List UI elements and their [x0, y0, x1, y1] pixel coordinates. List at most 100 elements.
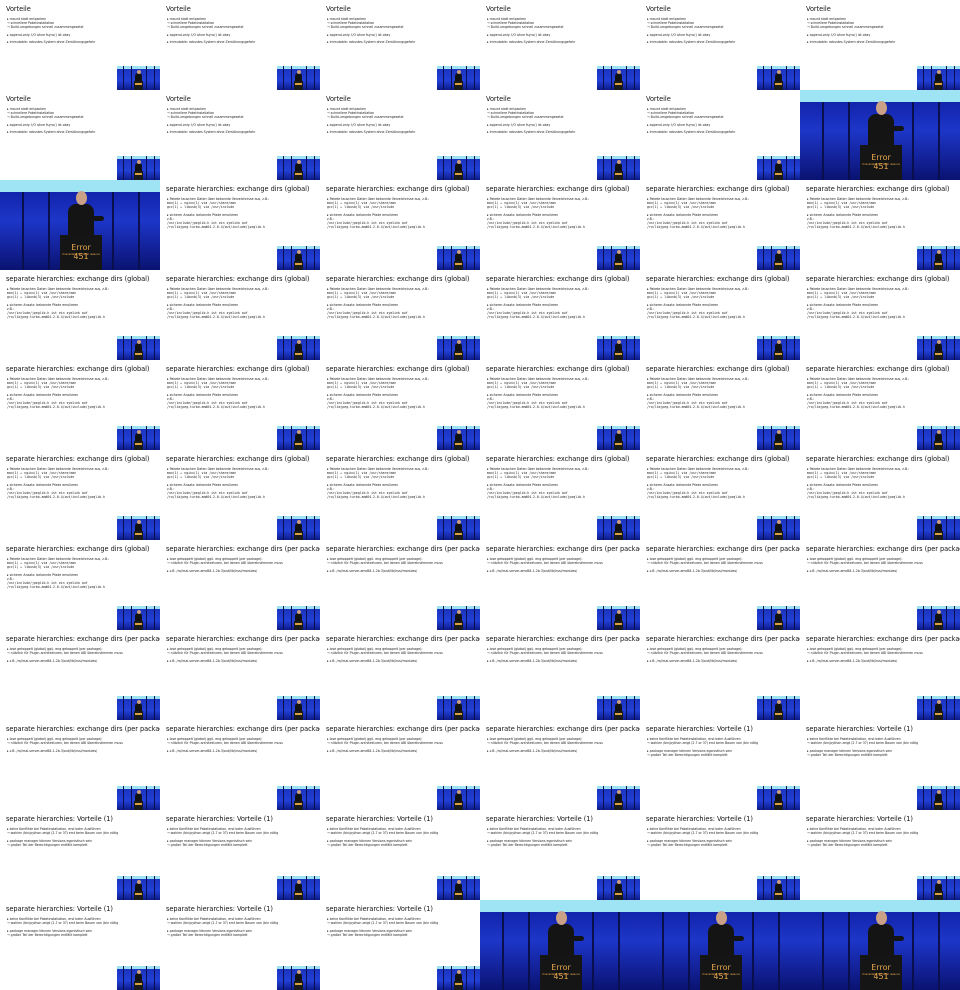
slide-body: ▸ lose gekoppelt (global) ggü. eng gekop…: [327, 737, 477, 753]
slide-body: ▸ keine Konflikte bei Paketinstallation,…: [7, 917, 157, 937]
slide-body: ▸ mount statt entpacken → schnellere Pak…: [327, 107, 477, 134]
slide-bullet-line: → wahlen /bin/python zeigt (2.7 or 3?) e…: [167, 831, 279, 836]
slide-body: ▸ lose gekoppelt (global) ggü. eng gekop…: [7, 737, 157, 753]
slide-frame-vorteile: Vorteile ▸ mount statt entpacken → schnel…: [320, 0, 480, 90]
slide-bullet-line: → nützlich für Plugin-architekturen, bei…: [167, 651, 283, 656]
slide-bullet-line: → wahlen /bin/python zeigt (2.7 or 3?) e…: [647, 741, 759, 746]
slide-body: ▸ lose gekoppelt (global) ggü. eng gekop…: [167, 647, 317, 663]
podium-logo: Error 451: [711, 963, 731, 981]
slide-bullet-line: → großer Teil der Berechtigungen entfäll…: [647, 842, 728, 847]
speaker-video-thumbnail: [917, 426, 960, 450]
slide-bullet-line: /ro/libjpeg-turbo-amd64-2.0.4/out/includ…: [167, 405, 265, 410]
slide-body: ▸ Pakete tauschen Daten über bekannte Ve…: [807, 377, 957, 410]
podium: Error 451 Unavailable for legal reasons: [540, 955, 582, 990]
speaker-video-thumbnail: [597, 516, 640, 540]
slide-bullet-line: /ro/libjpeg-turbo-amd64-2.0.4/out/includ…: [167, 225, 265, 230]
slide-title: separate hierarchies: exchange dirs (glo…: [6, 275, 150, 283]
speaker-video-thumbnail: [437, 786, 480, 810]
slide-bullet-line: → großer Teil der Berechtigungen entfäll…: [7, 842, 88, 847]
slide-title: separate hierarchies: exchange dirs (glo…: [486, 185, 630, 193]
slide-body: ▸ lose gekoppelt (global) ggü. eng gekop…: [487, 557, 637, 573]
speaker-video-thumbnail: [437, 246, 480, 270]
speaker-video-thumbnail: [917, 66, 960, 90]
slide-bullet-line: → wahlen /bin/python zeigt (2.7 or 3?) e…: [7, 831, 119, 836]
speaker-video-thumbnail: [437, 156, 480, 180]
slide-title: separate hierarchies: Vorteile (1): [166, 815, 273, 823]
slide-bullet-line: ▸ z.B. /ro/irssi-server-amd64-1.2b.3/out…: [327, 748, 418, 753]
slide-title: separate hierarchies: Vorteile (1): [6, 905, 113, 913]
speaker-video-thumbnail: [117, 516, 160, 540]
slide-title: Vorteile: [6, 5, 31, 13]
slide-frame-global: separate hierarchies: exchange dirs (glo…: [480, 450, 640, 540]
slide-frame-global: separate hierarchies: exchange dirs (glo…: [320, 270, 480, 360]
slide-body: ▸ Pakete tauschen Daten über bekannte Ve…: [647, 377, 797, 410]
slide-bullet-line: gcc(1) ↔ libusb(3) via /usr/include: [167, 385, 235, 390]
slide-bullet-line: gcc(1) ↔ libusb(3) via /usr/include: [7, 295, 75, 300]
slide-title: separate hierarchies: exchange dirs (glo…: [326, 185, 470, 193]
slide-bullet-line: → Build-umgebungen schnell zusammengeset…: [487, 115, 564, 120]
slide-bullet-line: ▸ z.B. /ro/irssi-server-amd64-1.2b.3/out…: [487, 748, 578, 753]
slide-title: separate hierarchies: exchange dirs (glo…: [486, 455, 630, 463]
slide-title: separate hierarchies: exchange dirs (per…: [166, 545, 320, 553]
slide-title: separate hierarchies: exchange dirs (per…: [6, 725, 160, 733]
slide-bullet-line: /ro/libjpeg-turbo-amd64-2.0.4/out/includ…: [7, 405, 105, 410]
slide-bullet-line: /ro/libjpeg-turbo-amd64-2.0.4/out/includ…: [487, 225, 585, 230]
podium-logo: Error 451: [551, 963, 571, 981]
slide-frame-perpkg: separate hierarchies: exchange dirs (per…: [320, 720, 480, 810]
slide-title: Vorteile: [326, 5, 351, 13]
contact-sheet-grid: Vorteile ▸ mount statt entpacken → schnel…: [0, 0, 960, 990]
slide-body: ▸ keine Konflikte bei Paketinstallation,…: [647, 827, 797, 847]
slide-body: ▸ mount statt entpacken → schnellere Pak…: [7, 17, 157, 44]
slide-bullet-line: → wahlen /bin/python zeigt (2.7 or 3?) e…: [807, 831, 919, 836]
slide-frame-v1: separate hierarchies: Vorteile (1) ▸ kein…: [640, 720, 800, 810]
slide-title: separate hierarchies: exchange dirs (glo…: [166, 455, 310, 463]
slide-body: ▸ mount statt entpacken → schnellere Pak…: [7, 107, 157, 134]
slide-frame-v1: separate hierarchies: Vorteile (1) ▸ kein…: [480, 810, 640, 900]
slide-frame-perpkg: separate hierarchies: exchange dirs (per…: [480, 540, 640, 630]
podium-subtitle: Unavailable for legal reasons: [542, 973, 580, 976]
slide-title: separate hierarchies: exchange dirs (glo…: [326, 275, 470, 283]
slide-bullet-line: /ro/libjpeg-turbo-amd64-2.0.4/out/includ…: [807, 495, 905, 500]
speaker-video-thumbnail: [277, 156, 320, 180]
slide-bullet-line: → nützlich für Plugin-architekturen, bei…: [167, 741, 283, 746]
speaker-video-thumbnail: [757, 606, 800, 630]
slide-bullet-line: → wahlen /bin/python zeigt (2.7 or 3?) e…: [7, 921, 119, 926]
slide-body: ▸ mount statt entpacken → schnellere Pak…: [647, 17, 797, 44]
slide-bullet-line: gcc(1) ↔ libusb(3) via /usr/include: [7, 475, 75, 480]
slide-title: Vorteile: [166, 95, 191, 103]
slide-title: separate hierarchies: exchange dirs (glo…: [166, 365, 310, 373]
slide-title: separate hierarchies: exchange dirs (per…: [806, 545, 960, 553]
slide-bullet-line: ▸ z.B. /ro/irssi-server-amd64-1.2b.3/out…: [487, 568, 578, 573]
slide-title: Vorteile: [166, 5, 191, 13]
slide-body: ▸ lose gekoppelt (global) ggü. eng gekop…: [7, 647, 157, 663]
slide-bullet-line: → Build-umgebungen schnell zusammengeset…: [647, 25, 724, 30]
slide-bullet-line: gcc(1) ↔ libusb(3) via /usr/include: [807, 295, 875, 300]
slide-frame-global: separate hierarchies: exchange dirs (glo…: [480, 360, 640, 450]
slide-title: separate hierarchies: exchange dirs (per…: [646, 545, 800, 553]
video-frame-speaker: Error 451 Unavailable for legal reasons: [800, 90, 960, 180]
slide-title: separate hierarchies: exchange dirs (per…: [486, 725, 640, 733]
slide-frame-vorteile: Vorteile ▸ mount statt entpacken → schnel…: [320, 90, 480, 180]
slide-bullet-line: → wahlen /bin/python zeigt (2.7 or 3?) e…: [327, 831, 439, 836]
slide-title: separate hierarchies: exchange dirs (glo…: [806, 275, 950, 283]
slide-body: ▸ Pakete tauschen Daten über bekannte Ve…: [647, 197, 797, 230]
slide-bullet-line: → Build-umgebungen schnell zusammengeset…: [327, 25, 404, 30]
slide-body: ▸ keine Konflikte bei Paketinstallation,…: [327, 827, 477, 847]
slide-bullet-line: /ro/libjpeg-turbo-amd64-2.0.4/out/includ…: [327, 405, 425, 410]
slide-body: ▸ keine Konflikte bei Paketinstallation,…: [327, 917, 477, 937]
speaker-video-thumbnail: [277, 966, 320, 990]
slide-body: ▸ lose gekoppelt (global) ggü. eng gekop…: [167, 737, 317, 753]
slide-title: Vorteile: [486, 95, 511, 103]
slide-body: ▸ Pakete tauschen Daten über bekannte Ve…: [327, 377, 477, 410]
slide-body: ▸ mount statt entpacken → schnellere Pak…: [167, 107, 317, 134]
speaker-video-thumbnail: [917, 786, 960, 810]
podium: Error 451 Unavailable for legal reasons: [860, 955, 902, 990]
slide-frame-perpkg: separate hierarchies: exchange dirs (per…: [160, 720, 320, 810]
slide-frame-v1: separate hierarchies: Vorteile (1) ▸ kein…: [0, 900, 160, 990]
slide-bullet-line: /ro/libjpeg-turbo-amd64-2.0.4/out/includ…: [487, 405, 585, 410]
slide-bullet-line: /ro/libjpeg-turbo-amd64-2.0.4/out/includ…: [327, 225, 425, 230]
slide-bullet-line: → großer Teil der Berechtigungen entfäll…: [167, 932, 248, 937]
speaker-video-thumbnail: [437, 66, 480, 90]
slide-frame-global: separate hierarchies: exchange dirs (glo…: [160, 450, 320, 540]
slide-bullet-line: ▸ append-only: I/O ohne fsync() ist okay: [647, 32, 711, 37]
